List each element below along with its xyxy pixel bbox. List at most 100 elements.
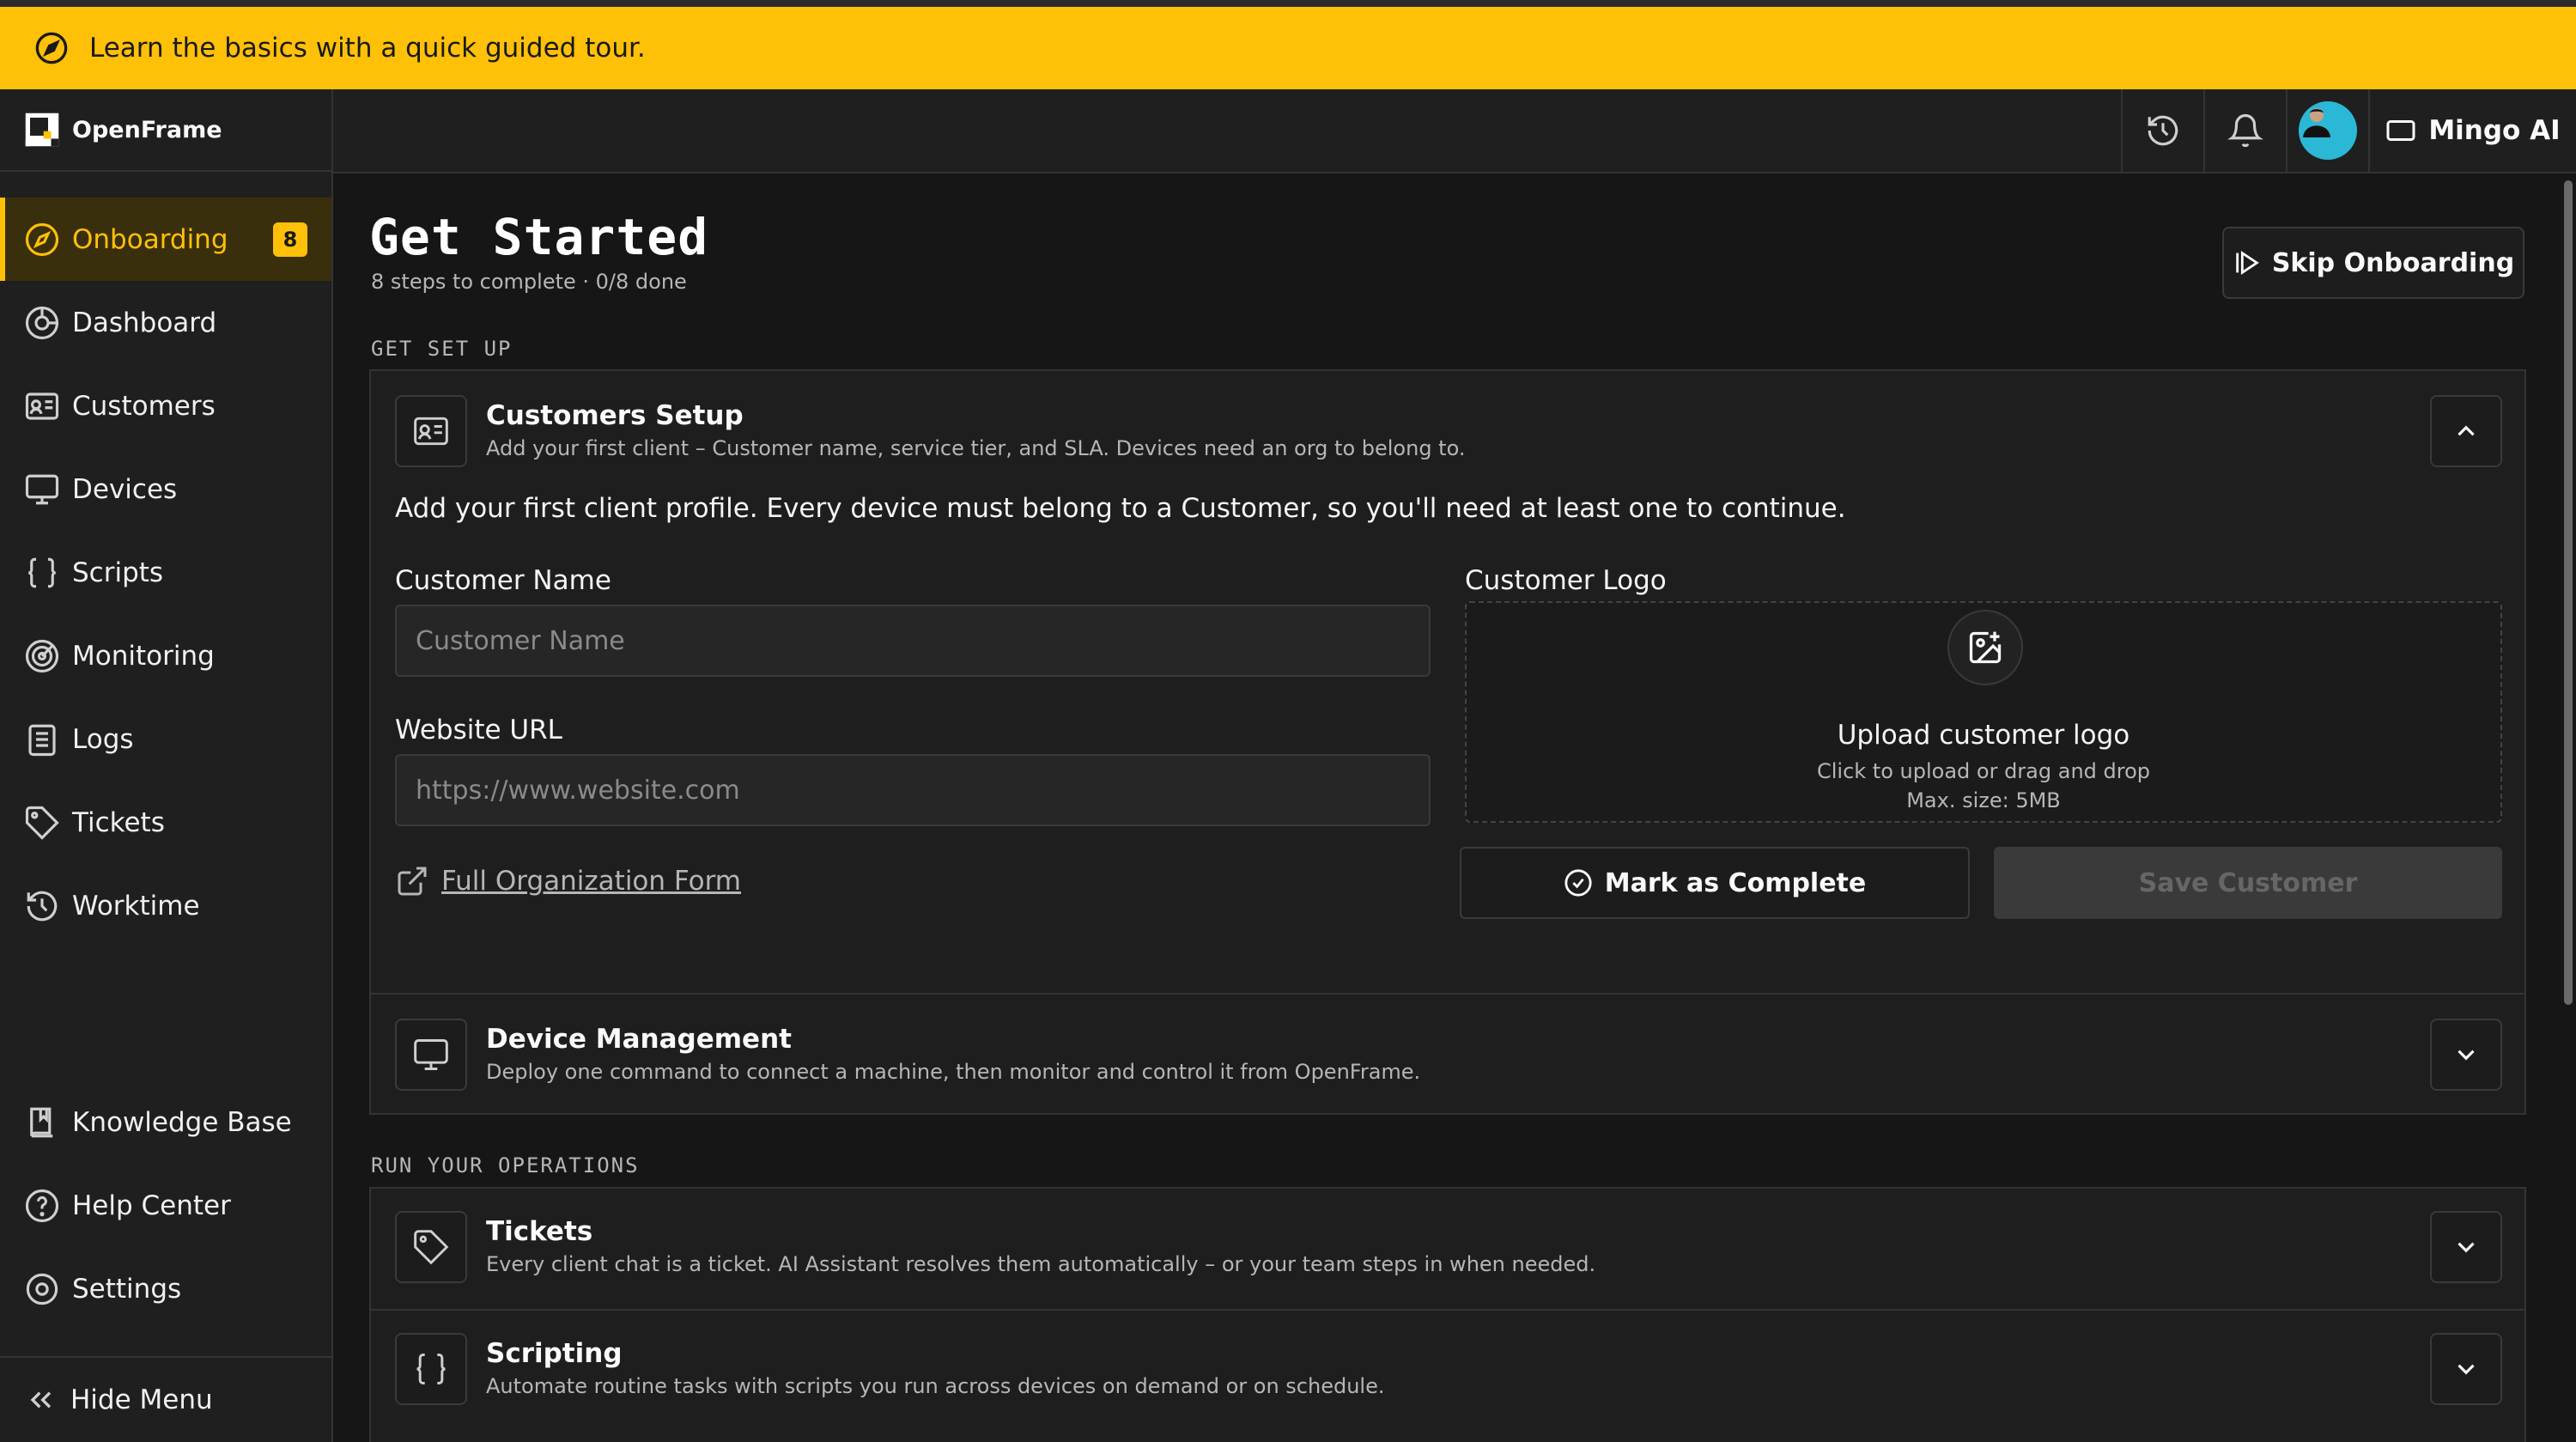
skip-onboarding-button[interactable]: Skip Onboarding [2222,227,2524,299]
chevron-down-icon [2458,1242,2475,1253]
top-header: Mingo AI [333,89,2576,173]
customer-name-input[interactable] [395,605,1431,677]
setup-card: Customers Setup Add your first client – … [369,369,2526,1115]
skip-forward-icon [2236,251,2259,275]
sidebar-item-label: Devices [72,473,178,505]
sidebar-item-devices[interactable]: Devices [0,447,331,531]
sidebar-item-settings[interactable]: Settings [0,1247,331,1330]
step-tickets[interactable]: Tickets Every client chat is a ticket. A… [371,1189,2524,1309]
chevron-down-icon [2458,1364,2475,1375]
sidebar-item-scripts[interactable]: Scripts [0,531,331,614]
website-url-input[interactable] [395,754,1431,826]
sidebar-item-label: Settings [72,1273,182,1305]
mark-as-complete-button[interactable]: Mark as Complete [1460,847,1970,919]
avatar [2299,101,2357,160]
full-organization-form-label: Full Organization Form [441,866,741,897]
mingo-ai-button[interactable]: Mingo AI [2368,89,2576,172]
brand-name: OpenFrame [72,116,222,143]
expand-button[interactable] [2430,1019,2502,1091]
section-label-operations: RUN YOUR OPERATIONS [371,1153,640,1177]
history-button[interactable] [2121,89,2203,172]
full-organization-form-link[interactable]: Full Organization Form [395,864,741,898]
monitor-icon [414,1039,448,1070]
customer-logo-label: Customer Logo [1465,565,1667,596]
brand[interactable]: OpenFrame [0,89,331,172]
sidebar-item-logs[interactable]: Logs [0,697,331,781]
page-title: Get Started [369,208,709,266]
upload-hint: Click to upload or drag and drop [1816,759,2151,783]
sidebar-item-knowledge-base[interactable]: Knowledge Base [0,1080,331,1164]
sidebar-item-label: Dashboard [72,307,217,338]
upload-title: Upload customer logo [1837,720,2130,751]
sidebar-item-onboarding[interactable]: Onboarding 8 [0,198,331,281]
help-circle-icon [25,1189,59,1222]
expand-button[interactable] [2430,1333,2502,1405]
user-avatar-button[interactable] [2286,89,2368,172]
customer-name-label: Customer Name [395,565,611,596]
step-title: Customers Setup [486,400,744,431]
history-icon [2148,115,2178,146]
compass-icon [25,222,59,256]
sidebar-item-monitoring[interactable]: Monitoring [0,614,331,697]
target-icon [25,639,59,672]
step-title: Tickets [486,1216,593,1247]
sidebar-item-help-center[interactable]: Help Center [0,1164,331,1247]
notifications-button[interactable] [2203,89,2286,172]
dashboard-icon [25,306,59,339]
sidebar: OpenFrame Onboarding 8 Dashboard Custome… [0,89,333,1442]
sidebar-item-dashboard[interactable]: Dashboard [0,281,331,364]
skip-onboarding-label: Skip Onboarding [2271,247,2515,278]
image-plus-icon [1969,631,2002,664]
step-device-management[interactable]: Device Management Deploy one command to … [371,995,2524,1115]
sidebar-item-label: Scripts [72,557,164,588]
onboarding-count-badge: 8 [273,222,307,257]
expand-button[interactable] [2430,1211,2502,1283]
hide-menu-button[interactable]: Hide Menu [0,1356,331,1442]
page-subtitle: 8 steps to complete · 0/8 done [371,270,687,294]
step-icon-box [395,1333,467,1405]
chevron-down-icon [2458,1050,2475,1061]
sidebar-item-worktime[interactable]: Worktime [0,864,331,947]
step-title: Scripting [486,1338,623,1369]
sidebar-item-customers[interactable]: Customers [0,364,331,447]
gear-icon [26,1273,58,1305]
step-scripting[interactable]: Scripting Automate routine tasks with sc… [371,1311,2524,1431]
clipboard-list-icon [28,724,56,756]
hide-menu-label: Hide Menu [70,1384,213,1415]
braces-icon [27,557,57,587]
step-description: Deploy one command to connect a machine,… [486,1060,1421,1084]
sidebar-item-label: Logs [72,723,134,755]
sidebar-item-label: Help Center [72,1189,231,1221]
sidebar-item-label: Onboarding [72,223,228,255]
step-customers-setup: Customers Setup Add your first client – … [371,371,2524,993]
step-icon-box [395,1019,467,1091]
chevron-up-icon [2458,425,2475,436]
save-customer-button[interactable]: Save Customer [1994,847,2502,919]
compass-icon [35,32,68,64]
step-description: Add your first client – Customer name, s… [486,436,1466,460]
step-title: Device Management [486,1024,792,1055]
collapse-button[interactable] [2430,395,2502,467]
website-url-label: Website URL [395,715,562,745]
sidebar-item-tickets[interactable]: Tickets [0,781,331,864]
check-circle-icon [1564,869,1592,897]
book-icon [30,1107,53,1137]
step-description: Every client chat is a ticket. AI Assist… [486,1252,1596,1276]
braces-icon [416,1354,446,1384]
upload-icon-circle [1947,610,2023,685]
mark-as-complete-label: Mark as Complete [1604,867,1867,898]
sidebar-item-label: Monitoring [72,640,215,672]
guided-tour-banner[interactable]: Learn the basics with a quick guided tou… [0,0,2576,89]
sidebar-item-label: Tickets [72,806,165,838]
user-portrait-icon [2302,108,2331,137]
sidebar-nav: Onboarding 8 Dashboard Customers Devices… [0,198,331,947]
main-content: Get Started 8 steps to complete · 0/8 do… [333,173,2576,1442]
step-icon-box [395,395,467,467]
mingo-ai-label: Mingo AI [2428,115,2561,146]
contact-card-icon [414,417,448,446]
contact-card-icon [25,392,59,420]
main-scrollbar[interactable] [2564,180,2573,1005]
customers-setup-intro: Add your first client profile. Every dev… [395,493,1846,524]
logo-upload-dropzone[interactable]: Upload customer logo Click to upload or … [1465,601,2502,823]
sidebar-item-label: Knowledge Base [72,1106,292,1138]
